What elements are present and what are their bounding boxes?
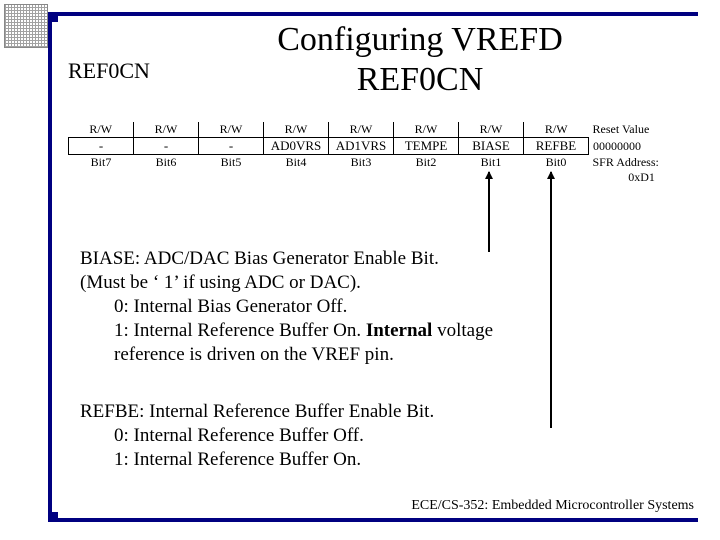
rw-cell: R/W bbox=[394, 122, 459, 138]
bit-cell: Bit6 bbox=[134, 155, 199, 171]
bit-cell: Bit4 bbox=[264, 155, 329, 171]
bit-cell: Bit2 bbox=[394, 155, 459, 171]
biase-head: BIASE: ADC/DAC Bias Generator Enable Bit… bbox=[80, 247, 493, 271]
register-table: R/W R/W R/W R/W R/W R/W R/W R/W Reset Va… bbox=[68, 122, 659, 185]
arrow-biase bbox=[488, 172, 490, 252]
field-cell: - bbox=[69, 138, 134, 155]
field-cell: TEMPE bbox=[394, 138, 459, 155]
footer-text: ECE/CS-352: Embedded Microcontroller Sys… bbox=[411, 498, 694, 514]
arrow-refbe bbox=[550, 172, 552, 428]
rw-cell: R/W bbox=[264, 122, 329, 138]
bit-cell: Bit1 bbox=[459, 155, 524, 171]
reset-value: 00000000 bbox=[589, 138, 659, 155]
field-cell: - bbox=[134, 138, 199, 155]
register-label: REF0CN bbox=[68, 58, 150, 84]
refbe-head: REFBE: Internal Reference Buffer Enable … bbox=[80, 400, 434, 424]
rw-cell: R/W bbox=[134, 122, 199, 138]
rule-bottom bbox=[58, 518, 698, 522]
chip-icon bbox=[4, 4, 48, 48]
refbe-one: 1: Internal Reference Buffer On. bbox=[80, 448, 434, 472]
rule-left bbox=[48, 12, 52, 522]
rule-top bbox=[58, 12, 698, 16]
biase-zero: 0: Internal Bias Generator Off. bbox=[80, 295, 493, 319]
rw-cell: R/W bbox=[199, 122, 264, 138]
bit-cell: Bit3 bbox=[329, 155, 394, 171]
refbe-zero: 0: Internal Reference Buffer Off. bbox=[80, 424, 434, 448]
corner-tl bbox=[48, 12, 58, 22]
biase-one-line2: reference is driven on the VREF pin. bbox=[80, 343, 493, 367]
rw-cell: R/W bbox=[69, 122, 134, 138]
addr-value: 0xD1 bbox=[589, 170, 659, 185]
field-cell: AD0VRS bbox=[264, 138, 329, 155]
slide-title: Configuring VREFD REF0CN bbox=[210, 20, 630, 100]
rw-cell: R/W bbox=[459, 122, 524, 138]
bit-cell: Bit7 bbox=[69, 155, 134, 171]
field-cell: BIASE bbox=[459, 138, 524, 155]
biase-note: (Must be ‘ 1’ if using ADC or DAC). bbox=[80, 271, 493, 295]
bit-cell: Bit5 bbox=[199, 155, 264, 171]
rw-cell: R/W bbox=[524, 122, 589, 138]
biase-block: BIASE: ADC/DAC Bias Generator Enable Bit… bbox=[80, 247, 493, 367]
field-cell: - bbox=[199, 138, 264, 155]
field-cell: REFBE bbox=[524, 138, 589, 155]
corner-bl bbox=[48, 512, 58, 522]
bit-cell: Bit0 bbox=[524, 155, 589, 171]
reset-label: Reset Value bbox=[589, 122, 659, 138]
refbe-block: REFBE: Internal Reference Buffer Enable … bbox=[80, 400, 434, 472]
rw-cell: R/W bbox=[329, 122, 394, 138]
biase-one-line1: 1: Internal Reference Buffer On. Interna… bbox=[80, 319, 493, 343]
slide: Configuring VREFD REF0CN REF0CN R/W R/W … bbox=[0, 0, 720, 540]
addr-label: SFR Address: bbox=[589, 155, 659, 171]
field-cell: AD1VRS bbox=[329, 138, 394, 155]
